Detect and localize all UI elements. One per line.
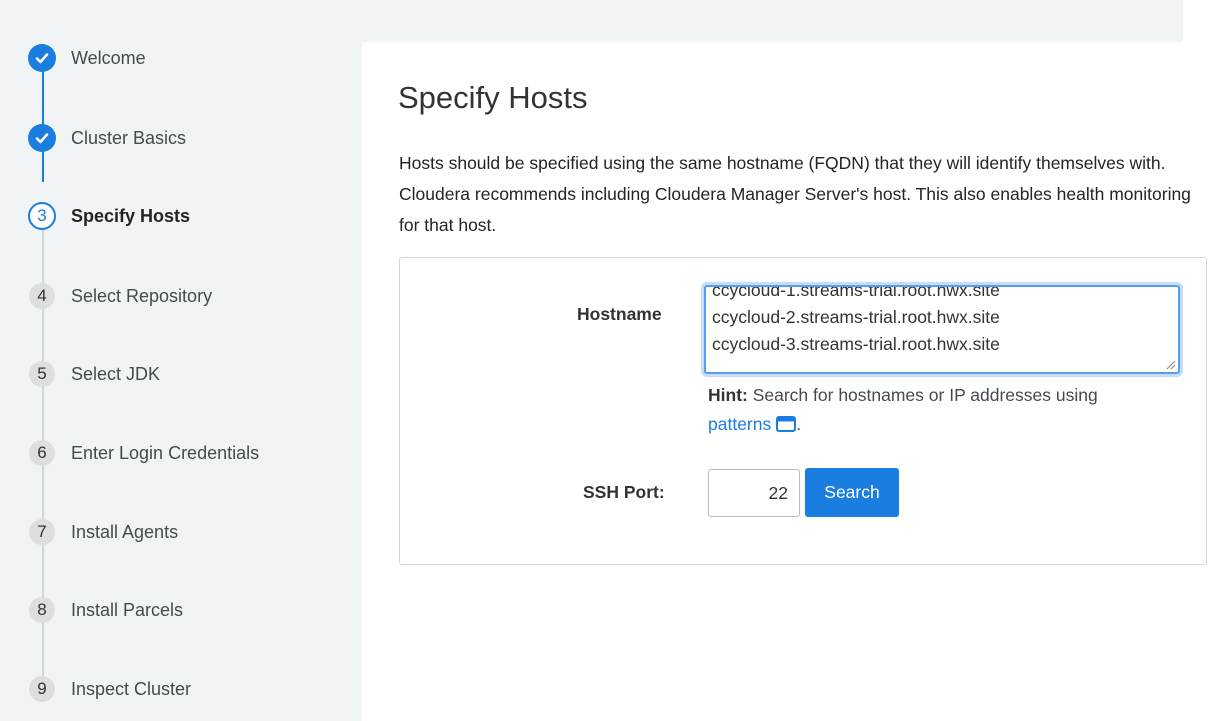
step-number: 8 [29, 597, 55, 623]
hostname-hint: Hint: Search for hostnames or IP address… [708, 381, 1148, 441]
step-select-repository[interactable]: 4 Select Repository [0, 279, 362, 313]
step-label: Inspect Cluster [71, 679, 192, 699]
step-label: Select Repository [71, 286, 213, 306]
step-number: 7 [29, 519, 55, 545]
window-icon[interactable] [776, 412, 797, 441]
ssh-port-label: SSH Port: [583, 482, 665, 502]
step-label: Welcome [71, 48, 146, 68]
step-cluster-basics[interactable]: Cluster Basics [0, 121, 362, 155]
step-label: Specify Hosts [71, 206, 191, 226]
hostname-line: ccycloud-2.streams-trial.root.hwx.site [712, 307, 1000, 327]
hint-prefix: Hint: [708, 385, 748, 405]
step-number: 3 [28, 202, 56, 230]
hostname-label: Hostname [577, 304, 662, 324]
step-number: 9 [29, 676, 55, 702]
hostname-line: ccycloud-3.streams-trial.root.hwx.site [712, 334, 1000, 354]
ssh-port-input[interactable] [708, 469, 800, 517]
step-select-jdk[interactable]: 5 Select JDK [0, 357, 362, 391]
hostname-textarea[interactable]: ccycloud-1.streams-trial.root.hwx.site c… [704, 285, 1180, 374]
patterns-link[interactable]: patterns [708, 414, 771, 434]
step-enter-login-credentials[interactable]: 6 Enter Login Credentials [0, 436, 362, 470]
hostname-lines: ccycloud-1.streams-trial.root.hwx.site c… [712, 285, 1000, 358]
step-label: Cluster Basics [71, 128, 187, 148]
search-button[interactable]: Search [805, 468, 899, 517]
hostname-line: ccycloud-1.streams-trial.root.hwx.site [712, 285, 1000, 300]
step-label: Install Parcels [71, 600, 184, 620]
step-specify-hosts[interactable]: 3 Specify Hosts [0, 199, 362, 233]
page-title: Specify Hosts [398, 80, 588, 115]
resize-grip-icon[interactable] [1164, 358, 1176, 370]
check-icon [28, 44, 56, 72]
step-number: 6 [29, 440, 55, 466]
hint-suffix: . [796, 414, 802, 434]
step-label: Install Agents [71, 522, 179, 542]
step-label: Enter Login Credentials [71, 443, 260, 463]
step-install-agents[interactable]: 7 Install Agents [0, 515, 362, 549]
step-label: Select JDK [71, 364, 161, 384]
step-inspect-cluster[interactable]: 9 Inspect Cluster [0, 672, 362, 706]
wizard-steps-sidebar: Welcome Cluster Basics 3 Specify Hosts 4… [0, 0, 362, 721]
page-description: Hosts should be specified using the same… [399, 153, 1191, 235]
hint-text: Search for hostnames or IP addresses usi… [747, 385, 1098, 405]
step-welcome[interactable]: Welcome [0, 41, 362, 75]
step-number: 5 [29, 361, 55, 387]
step-install-parcels[interactable]: 8 Install Parcels [0, 593, 362, 627]
step-number: 4 [29, 283, 55, 309]
check-icon [28, 124, 56, 152]
